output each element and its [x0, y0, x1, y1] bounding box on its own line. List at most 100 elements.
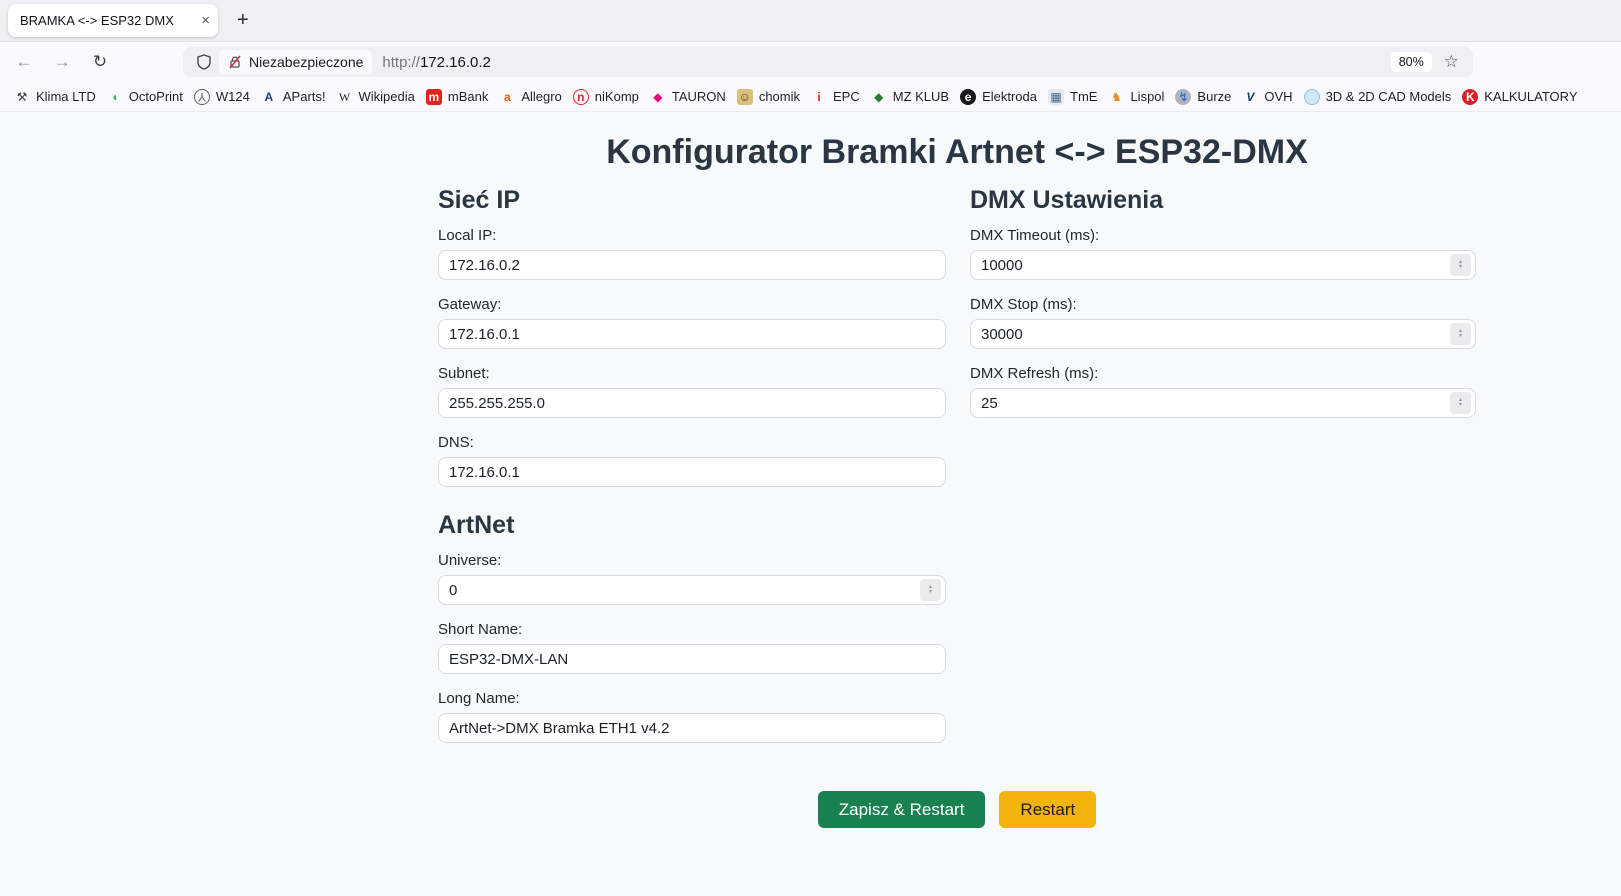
bookmark-item[interactable]: 3D & 2D CAD Models — [1304, 89, 1452, 105]
field-label-short-name: Short Name: — [438, 621, 946, 638]
tab-close-icon[interactable]: × — [201, 12, 210, 29]
field-label-local-ip: Local IP: — [438, 227, 946, 244]
tracking-shield-icon[interactable] — [196, 54, 212, 70]
bookmark-item[interactable]: nniKomp — [573, 89, 639, 105]
epc-icon: i — [811, 89, 827, 105]
bookmark-label: Lispol — [1130, 89, 1164, 104]
bookmark-label: 3D & 2D CAD Models — [1326, 89, 1452, 104]
tme-icon: ▦ — [1048, 89, 1064, 105]
form-column-right: DMX UstawieniaDMX Timeout (ms):▴▾DMX Sto… — [970, 186, 1476, 759]
save-restart-button[interactable]: Zapisz & Restart — [818, 791, 986, 828]
bookmark-item[interactable]: VOVH — [1242, 89, 1292, 105]
input-subnet[interactable] — [438, 388, 946, 418]
input-local-ip[interactable] — [438, 250, 946, 280]
url-host: 172.16.0.2 — [420, 54, 491, 71]
input-long-name[interactable] — [438, 713, 946, 743]
input-dmx-timeout[interactable] — [970, 250, 1476, 280]
bookmark-label: TmE — [1070, 89, 1097, 104]
bookmark-label: Burze — [1197, 89, 1231, 104]
bookmark-item[interactable]: ♞ Lispol — [1108, 89, 1164, 105]
number-spinner-dmx-stop[interactable]: ▴▾ — [1450, 323, 1471, 345]
octoprint-icon: ◖ — [107, 89, 123, 105]
insecure-lock-icon — [228, 55, 242, 69]
input-universe[interactable] — [438, 575, 946, 605]
restart-button[interactable]: Restart — [999, 791, 1096, 828]
ovh-icon: V — [1242, 89, 1258, 105]
new-tab-button[interactable]: + — [237, 9, 249, 32]
input-short-name[interactable] — [438, 644, 946, 674]
url-text: http://172.16.0.2 — [382, 54, 490, 71]
back-icon[interactable]: ← — [14, 52, 34, 72]
section-heading-artnet: ArtNet — [438, 511, 946, 540]
tab-title: BRAMKA <-> ESP32 DMX — [20, 13, 193, 28]
bookmark-star-icon[interactable]: ☆ — [1444, 52, 1459, 72]
bookmark-label: OctoPrint — [129, 89, 183, 104]
bookmark-item[interactable]: ◆ MZ KLUB — [871, 89, 949, 105]
bookmark-item[interactable]: a Allegro — [499, 89, 561, 105]
bookmark-item[interactable]: K KALKULATORY — [1462, 89, 1577, 105]
browser-tab[interactable]: BRAMKA <-> ESP32 DMX × — [8, 4, 218, 37]
input-gateway[interactable] — [438, 319, 946, 349]
input-dmx-refresh[interactable] — [970, 388, 1476, 418]
bookmark-item[interactable]: ⚒ Klima LTD — [14, 89, 96, 105]
field-subnet: Subnet: — [438, 365, 946, 418]
bookmark-item[interactable]: YW124 — [194, 89, 250, 105]
wikipedia-icon: W — [337, 89, 353, 105]
bookmark-item[interactable]: iEPC — [811, 89, 860, 105]
elektroda-icon: e — [960, 89, 976, 105]
bookmark-item[interactable]: W Wikipedia — [337, 89, 415, 105]
bookmark-item[interactable]: ◖ OctoPrint — [107, 89, 183, 105]
bookmark-label: Wikipedia — [359, 89, 415, 104]
tauron-icon: ◆ — [650, 89, 666, 105]
navigation-toolbar: ← → ↻ Niezabezpieczone http://172.16.0.2… — [0, 42, 1621, 82]
field-universe: Universe:▴▾ — [438, 552, 946, 605]
burze-storm-icon: ↯ — [1175, 89, 1191, 105]
bookmark-item[interactable]: eElektroda — [960, 89, 1037, 105]
section-heading-dmx: DMX Ustawienia — [970, 186, 1476, 215]
bookmark-label: KALKULATORY — [1484, 89, 1577, 104]
kalkulatory-icon: K — [1462, 89, 1478, 105]
nikomp-icon: n — [573, 89, 589, 105]
cad-models-icon — [1304, 89, 1320, 105]
bookmark-label: Allegro — [521, 89, 561, 104]
number-spinner-dmx-refresh[interactable]: ▴▾ — [1450, 392, 1471, 414]
field-gateway: Gateway: — [438, 296, 946, 349]
field-label-dmx-stop: DMX Stop (ms): — [970, 296, 1476, 313]
bookmark-label: niKomp — [595, 89, 639, 104]
security-label: Niezabezpieczone — [249, 54, 363, 70]
reload-icon[interactable]: ↻ — [90, 52, 110, 72]
forward-icon[interactable]: → — [52, 52, 72, 72]
field-label-long-name: Long Name: — [438, 690, 946, 707]
number-spinner-universe[interactable]: ▴▾ — [920, 579, 941, 601]
mercedes-star-icon: Y — [194, 89, 210, 105]
chomik-hamster-icon: ☺ — [737, 89, 753, 105]
bookmark-item[interactable]: ▦ TmE — [1048, 89, 1097, 105]
bookmark-item[interactable]: ◆TAURON — [650, 89, 726, 105]
form-column-left: Sieć IPLocal IP:Gateway:Subnet:DNS:ArtNe… — [438, 186, 946, 759]
bookmark-item[interactable]: ↯ Burze — [1175, 89, 1231, 105]
tab-strip: BRAMKA <-> ESP32 DMX × + — [0, 0, 1621, 42]
bookmark-item[interactable]: ☺ chomik — [737, 89, 800, 105]
bookmark-item[interactable]: AAParts! — [261, 89, 326, 105]
field-local-ip: Local IP: — [438, 227, 946, 280]
zoom-level-button[interactable]: 80% — [1391, 52, 1432, 72]
input-dmx-stop[interactable] — [970, 319, 1476, 349]
address-bar[interactable]: Niezabezpieczone http://172.16.0.2 80% ☆ — [183, 47, 1473, 77]
bookmark-item[interactable]: mmBank — [426, 89, 488, 105]
bookmark-label: chomik — [759, 89, 800, 104]
field-short-name: Short Name: — [438, 621, 946, 674]
bookmark-label: AParts! — [283, 89, 326, 104]
klima-ltd-icon: ⚒ — [14, 89, 30, 105]
allegro-icon: a — [499, 89, 515, 105]
field-dns: DNS: — [438, 434, 946, 487]
site-security-chip[interactable]: Niezabezpieczone — [219, 50, 372, 74]
input-dns[interactable] — [438, 457, 946, 487]
lispol-fox-icon: ♞ — [1108, 89, 1124, 105]
page-content: Konfigurator Bramki Artnet <-> ESP32-DMX… — [0, 112, 1621, 828]
bookmark-label: Klima LTD — [36, 89, 96, 104]
bookmark-label: MZ KLUB — [893, 89, 949, 104]
number-spinner-dmx-timeout[interactable]: ▴▾ — [1450, 254, 1471, 276]
bookmark-label: mBank — [448, 89, 488, 104]
page-title: Konfigurator Bramki Artnet <-> ESP32-DMX — [438, 133, 1476, 172]
mz-klub-shield-icon: ◆ — [871, 89, 887, 105]
